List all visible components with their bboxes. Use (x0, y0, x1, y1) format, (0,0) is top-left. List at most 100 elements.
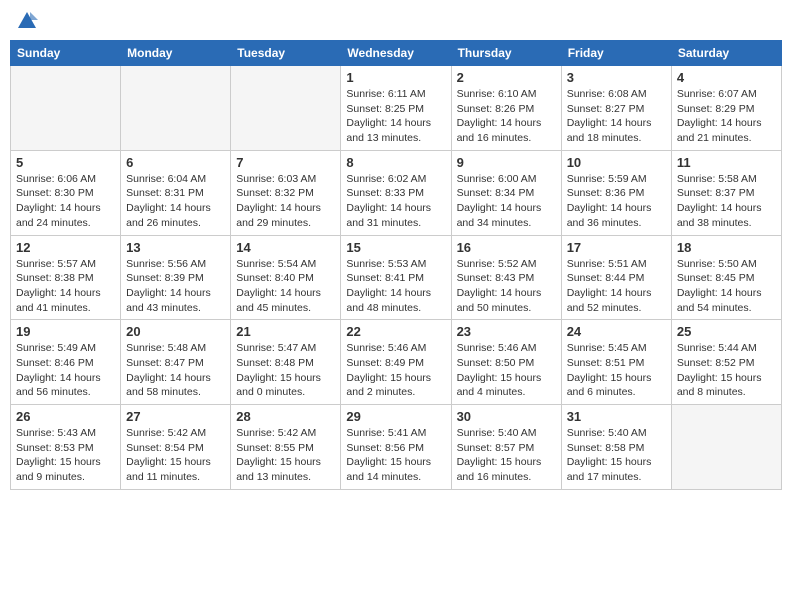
day-number: 31 (567, 409, 666, 424)
day-number: 2 (457, 70, 556, 85)
calendar-cell: 4 Sunrise: 6:07 AM Sunset: 8:29 PM Daylig… (671, 66, 781, 151)
day-number: 23 (457, 324, 556, 339)
day-number: 16 (457, 240, 556, 255)
day-number: 30 (457, 409, 556, 424)
day-number: 19 (16, 324, 115, 339)
calendar-cell: 2 Sunrise: 6:10 AM Sunset: 8:26 PM Daylig… (451, 66, 561, 151)
day-number: 22 (346, 324, 445, 339)
calendar-week-row: 19 Sunrise: 5:49 AM Sunset: 8:46 PM Dayli… (11, 320, 782, 405)
day-info: Sunrise: 5:41 AM Sunset: 8:56 PM Dayligh… (346, 426, 445, 485)
calendar-cell: 16Sunrise: 5:52 AM Sunset: 8:43 PM Dayli… (451, 235, 561, 320)
calendar-cell: 5 Sunrise: 6:06 AM Sunset: 8:30 PM Daylig… (11, 150, 121, 235)
day-info: Sunrise: 6:03 AM Sunset: 8:32 PM Dayligh… (236, 172, 335, 231)
day-number: 17 (567, 240, 666, 255)
day-info: Sunrise: 6:06 AM Sunset: 8:30 PM Dayligh… (16, 172, 115, 231)
calendar-day-header: Tuesday (231, 41, 341, 66)
day-info: Sunrise: 5:51 AM Sunset: 8:44 PM Dayligh… (567, 257, 666, 316)
calendar-cell: 13 Sunrise: 5:56 AM Sunset: 8:39 PM Dayli… (121, 235, 231, 320)
calendar-cell: 28 Sunrise: 5:42 AM Sunset: 8:55 PM Dayli… (231, 405, 341, 490)
day-number: 10 (567, 155, 666, 170)
calendar-cell: 18 Sunrise: 5:50 AM Sunset: 8:45 PM Dayli… (671, 235, 781, 320)
day-info: Sunrise: 5:49 AM Sunset: 8:46 PM Dayligh… (16, 341, 115, 400)
calendar-cell: 30 Sunrise: 5:40 AM Sunset: 8:57 PM Dayli… (451, 405, 561, 490)
calendar-cell: 24Sunrise: 5:45 AM Sunset: 8:51 PM Dayli… (561, 320, 671, 405)
day-number: 13 (126, 240, 225, 255)
day-info: Sunrise: 5:40 AM Sunset: 8:57 PM Dayligh… (457, 426, 556, 485)
calendar-cell (671, 405, 781, 490)
calendar-week-row: 26 Sunrise: 5:43 AM Sunset: 8:53 PM Dayli… (11, 405, 782, 490)
calendar-cell: 25Sunrise: 5:44 AM Sunset: 8:52 PM Dayli… (671, 320, 781, 405)
calendar-header-row: SundayMondayTuesdayWednesdayThursdayFrid… (11, 41, 782, 66)
calendar-cell (11, 66, 121, 151)
day-number: 21 (236, 324, 335, 339)
calendar-cell: 12 Sunrise: 5:57 AM Sunset: 8:38 PM Dayli… (11, 235, 121, 320)
calendar-cell: 26 Sunrise: 5:43 AM Sunset: 8:53 PM Dayli… (11, 405, 121, 490)
day-info: Sunrise: 5:56 AM Sunset: 8:39 PM Dayligh… (126, 257, 225, 316)
logo-icon (16, 10, 38, 32)
calendar-cell: 6 Sunrise: 6:04 AM Sunset: 8:31 PM Daylig… (121, 150, 231, 235)
day-info: Sunrise: 5:42 AM Sunset: 8:55 PM Dayligh… (236, 426, 335, 485)
day-number: 3 (567, 70, 666, 85)
day-number: 28 (236, 409, 335, 424)
day-info: Sunrise: 6:10 AM Sunset: 8:26 PM Dayligh… (457, 87, 556, 146)
day-info: Sunrise: 5:59 AM Sunset: 8:36 PM Dayligh… (567, 172, 666, 231)
calendar-cell (121, 66, 231, 151)
calendar-cell: 10 Sunrise: 5:59 AM Sunset: 8:36 PM Dayli… (561, 150, 671, 235)
day-number: 20 (126, 324, 225, 339)
day-number: 15 (346, 240, 445, 255)
day-info: Sunrise: 5:45 AM Sunset: 8:51 PM Dayligh… (567, 341, 666, 400)
day-info: Sunrise: 5:54 AM Sunset: 8:40 PM Dayligh… (236, 257, 335, 316)
day-info: Sunrise: 5:53 AM Sunset: 8:41 PM Dayligh… (346, 257, 445, 316)
day-number: 27 (126, 409, 225, 424)
day-number: 9 (457, 155, 556, 170)
calendar-cell: 9 Sunrise: 6:00 AM Sunset: 8:34 PM Daylig… (451, 150, 561, 235)
logo (14, 10, 38, 32)
calendar-day-header: Thursday (451, 41, 561, 66)
day-info: Sunrise: 5:44 AM Sunset: 8:52 PM Dayligh… (677, 341, 776, 400)
calendar-day-header: Monday (121, 41, 231, 66)
day-info: Sunrise: 6:07 AM Sunset: 8:29 PM Dayligh… (677, 87, 776, 146)
day-info: Sunrise: 6:00 AM Sunset: 8:34 PM Dayligh… (457, 172, 556, 231)
day-info: Sunrise: 5:42 AM Sunset: 8:54 PM Dayligh… (126, 426, 225, 485)
day-info: Sunrise: 5:43 AM Sunset: 8:53 PM Dayligh… (16, 426, 115, 485)
day-info: Sunrise: 6:02 AM Sunset: 8:33 PM Dayligh… (346, 172, 445, 231)
day-number: 29 (346, 409, 445, 424)
day-number: 18 (677, 240, 776, 255)
calendar-cell: 3 Sunrise: 6:08 AM Sunset: 8:27 PM Daylig… (561, 66, 671, 151)
calendar-week-row: 1 Sunrise: 6:11 AM Sunset: 8:25 PM Daylig… (11, 66, 782, 151)
calendar-cell: 22 Sunrise: 5:46 AM Sunset: 8:49 PM Dayli… (341, 320, 451, 405)
day-info: Sunrise: 5:47 AM Sunset: 8:48 PM Dayligh… (236, 341, 335, 400)
calendar-cell: 11Sunrise: 5:58 AM Sunset: 8:37 PM Dayli… (671, 150, 781, 235)
calendar-cell: 23 Sunrise: 5:46 AM Sunset: 8:50 PM Dayli… (451, 320, 561, 405)
calendar-cell: 19 Sunrise: 5:49 AM Sunset: 8:46 PM Dayli… (11, 320, 121, 405)
day-number: 11 (677, 155, 776, 170)
day-info: Sunrise: 6:11 AM Sunset: 8:25 PM Dayligh… (346, 87, 445, 146)
day-info: Sunrise: 6:08 AM Sunset: 8:27 PM Dayligh… (567, 87, 666, 146)
calendar-cell: 7 Sunrise: 6:03 AM Sunset: 8:32 PM Daylig… (231, 150, 341, 235)
day-number: 12 (16, 240, 115, 255)
day-info: Sunrise: 5:50 AM Sunset: 8:45 PM Dayligh… (677, 257, 776, 316)
day-info: Sunrise: 5:57 AM Sunset: 8:38 PM Dayligh… (16, 257, 115, 316)
calendar-cell: 8 Sunrise: 6:02 AM Sunset: 8:33 PM Daylig… (341, 150, 451, 235)
calendar-cell: 14 Sunrise: 5:54 AM Sunset: 8:40 PM Dayli… (231, 235, 341, 320)
calendar-day-header: Sunday (11, 41, 121, 66)
day-number: 1 (346, 70, 445, 85)
day-number: 14 (236, 240, 335, 255)
day-info: Sunrise: 5:46 AM Sunset: 8:50 PM Dayligh… (457, 341, 556, 400)
day-number: 8 (346, 155, 445, 170)
calendar-week-row: 12 Sunrise: 5:57 AM Sunset: 8:38 PM Dayli… (11, 235, 782, 320)
day-number: 26 (16, 409, 115, 424)
calendar-day-header: Friday (561, 41, 671, 66)
day-number: 7 (236, 155, 335, 170)
day-info: Sunrise: 5:46 AM Sunset: 8:49 PM Dayligh… (346, 341, 445, 400)
calendar-cell: 17 Sunrise: 5:51 AM Sunset: 8:44 PM Dayli… (561, 235, 671, 320)
calendar-cell: 29 Sunrise: 5:41 AM Sunset: 8:56 PM Dayli… (341, 405, 451, 490)
calendar-cell: 20Sunrise: 5:48 AM Sunset: 8:47 PM Dayli… (121, 320, 231, 405)
day-number: 6 (126, 155, 225, 170)
day-number: 4 (677, 70, 776, 85)
calendar-cell: 1 Sunrise: 6:11 AM Sunset: 8:25 PM Daylig… (341, 66, 451, 151)
calendar-week-row: 5 Sunrise: 6:06 AM Sunset: 8:30 PM Daylig… (11, 150, 782, 235)
day-info: Sunrise: 6:04 AM Sunset: 8:31 PM Dayligh… (126, 172, 225, 231)
calendar-table: SundayMondayTuesdayWednesdayThursdayFrid… (10, 40, 782, 490)
day-number: 5 (16, 155, 115, 170)
